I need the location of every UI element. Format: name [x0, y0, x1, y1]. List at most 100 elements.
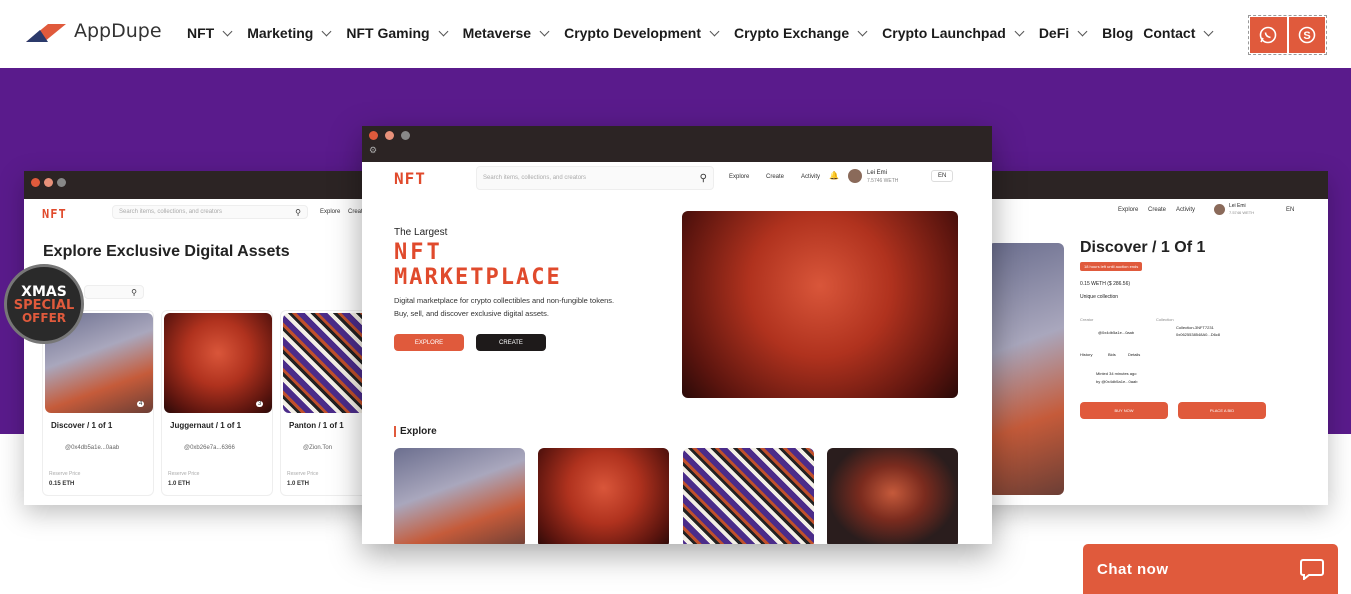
- nav-activity[interactable]: Activity: [801, 174, 820, 180]
- page-title: Explore Exclusive Digital Assets: [43, 243, 290, 260]
- creator-label: Creator: [1080, 317, 1094, 322]
- explore-nft-discover[interactable]: [394, 448, 525, 544]
- tab-history[interactable]: History: [1080, 352, 1092, 357]
- explore-nft-vase[interactable]: [827, 448, 958, 544]
- language-select[interactable]: EN: [1286, 207, 1294, 213]
- explore-nft-panton[interactable]: [683, 448, 814, 544]
- promo-line-2: SPECIAL: [13, 297, 75, 313]
- card-title: Panton / 1 of 1: [289, 421, 344, 430]
- nft-card[interactable]: 3 Juggernaut / 1 of 1 @0xb26e7a...6366 R…: [161, 310, 273, 496]
- social-buttons: S: [1248, 15, 1327, 55]
- svg-text:S: S: [1303, 30, 1310, 42]
- card-title: Juggernaut / 1 of 1: [170, 421, 242, 430]
- nav-item-label: Blog: [1102, 25, 1134, 41]
- tab-bids[interactable]: Bids: [1108, 352, 1116, 357]
- card-owner: @Zion.Ton: [303, 445, 333, 451]
- appdupe-logo-icon: [26, 24, 66, 42]
- nft-image-juggernaut: [164, 313, 272, 413]
- settings-icon[interactable]: ⚙: [369, 145, 377, 156]
- search-input[interactable]: Search items, collections, and creators …: [112, 205, 308, 219]
- nav-item-defi[interactable]: DeFi: [1039, 25, 1092, 41]
- nav-item-marketing[interactable]: Marketing: [247, 25, 336, 41]
- bell-icon[interactable]: 🔔: [829, 171, 839, 180]
- nav-explore[interactable]: Explore: [729, 174, 749, 180]
- window-min-dot: [44, 178, 53, 187]
- nav-item-crypto-development[interactable]: Crypto Development: [564, 25, 724, 41]
- search-placeholder: Search items, collections, and creators: [119, 209, 223, 215]
- language-select[interactable]: EN: [931, 170, 954, 182]
- whatsapp-button[interactable]: [1250, 17, 1287, 53]
- card-price: 1.0 ETH: [287, 481, 310, 487]
- create-button[interactable]: CREATE: [476, 334, 546, 351]
- mockup-left-window: NFT Search items, collections, and creat…: [24, 171, 404, 505]
- window-close-dot: [369, 131, 378, 140]
- window-min-dot: [385, 131, 394, 140]
- chevron-down-icon: [709, 26, 720, 37]
- collection-address: 0x0625538548A0...D6c8: [1176, 332, 1221, 337]
- tab-details[interactable]: Details: [1128, 352, 1140, 357]
- nav-item-label: Marketing: [247, 25, 314, 41]
- nav-item-blog[interactable]: Blog: [1102, 25, 1133, 41]
- avatar[interactable]: [848, 169, 862, 183]
- xmas-offer-badge[interactable]: XMAS SPECIAL OFFER: [4, 264, 84, 344]
- card-price: 0.15 ETH: [49, 481, 75, 487]
- chevron-down-icon: [1203, 26, 1214, 37]
- price-label: Reserve Price: [287, 471, 319, 477]
- user-name: Lei Emi: [867, 170, 888, 176]
- chat-now-widget[interactable]: Chat now: [1083, 544, 1338, 594]
- history-text: Minted 34 minutes ago: [1096, 371, 1137, 376]
- mockup-right-window: Explore Create Activity Lei Emi 7.5746 W…: [950, 171, 1328, 505]
- avatar[interactable]: [1214, 204, 1225, 215]
- nav-activity[interactable]: Activity: [1176, 207, 1195, 213]
- price-label: Reserve Price: [49, 471, 81, 477]
- brand-name: AppDupe: [74, 20, 162, 42]
- nav-item-crypto-launchpad[interactable]: Crypto Launchpad: [882, 25, 1029, 41]
- explore-section-title: Explore: [394, 426, 437, 437]
- nav-item-label: Crypto Exchange: [734, 25, 850, 41]
- search-input[interactable]: Search items, collections, and creators …: [476, 166, 714, 190]
- user-balance: 7.5746 WETH: [867, 178, 899, 184]
- nft-subtitle: Unique collection: [1080, 294, 1119, 300]
- creator-value[interactable]: @0x4db5a1e...0aab: [1098, 330, 1134, 335]
- nav-create[interactable]: Create: [1148, 207, 1166, 213]
- nav-explore[interactable]: Explore: [320, 209, 340, 215]
- collection-value[interactable]: Collection-3NFT7231: [1176, 325, 1214, 330]
- buy-now-button[interactable]: BUY NOW: [1080, 402, 1168, 419]
- nav-item-nft[interactable]: NFT: [187, 25, 237, 41]
- card-title: Discover / 1 of 1: [51, 421, 113, 430]
- hero-nft-image: [682, 211, 958, 398]
- window-max-dot: [57, 178, 66, 187]
- explore-nft-juggernaut[interactable]: [538, 448, 669, 544]
- auction-badge: 18 hours left until auction ends: [1080, 262, 1143, 271]
- chevron-down-icon: [321, 26, 332, 37]
- chevron-down-icon: [1014, 26, 1025, 37]
- card-owner: @0xb26e7a...6366: [184, 445, 235, 451]
- nav-create[interactable]: Create: [766, 174, 784, 180]
- nav-item-nft-gaming[interactable]: NFT Gaming: [346, 25, 452, 41]
- card-price: 1.0 ETH: [168, 481, 191, 487]
- filter-search[interactable]: ⚲: [84, 285, 144, 299]
- nav-item-label: Crypto Launchpad: [882, 25, 1006, 41]
- nav-item-metaverse[interactable]: Metaverse: [463, 25, 555, 41]
- search-icon: ⚲: [699, 172, 707, 184]
- hero-small-title: The Largest: [394, 227, 448, 238]
- skype-button[interactable]: S: [1288, 17, 1325, 53]
- nft-logo[interactable]: NFT: [394, 169, 426, 188]
- appdupe-logo[interactable]: AppDupe: [26, 20, 162, 42]
- nav-item-label: Crypto Development: [564, 25, 701, 41]
- nav-explore[interactable]: Explore: [1118, 207, 1138, 213]
- history-by: by @0x4db5a1e...0aab: [1096, 379, 1138, 384]
- nav-item-label: NFT Gaming: [346, 25, 430, 41]
- top-navbar: AppDupe NFT Marketing NFT Gaming Metaverse C…: [0, 0, 1351, 68]
- nft-logo[interactable]: NFT: [42, 207, 67, 221]
- nav-item-crypto-exchange[interactable]: Crypto Exchange: [734, 25, 872, 41]
- card-owner: @0x4db5a1e...0aab: [65, 445, 120, 451]
- nav-item-contact[interactable]: Contact: [1143, 25, 1218, 41]
- place-bid-button[interactable]: PLACE A BID: [1178, 402, 1266, 419]
- whatsapp-icon: [1259, 26, 1277, 44]
- promo-line-3: OFFER: [21, 310, 67, 325]
- promo-line-1: XMAS: [21, 283, 67, 300]
- explore-button[interactable]: EXPLORE: [394, 334, 464, 351]
- window-close-dot: [31, 178, 40, 187]
- user-balance: 7.5746 WETH: [1229, 210, 1255, 215]
